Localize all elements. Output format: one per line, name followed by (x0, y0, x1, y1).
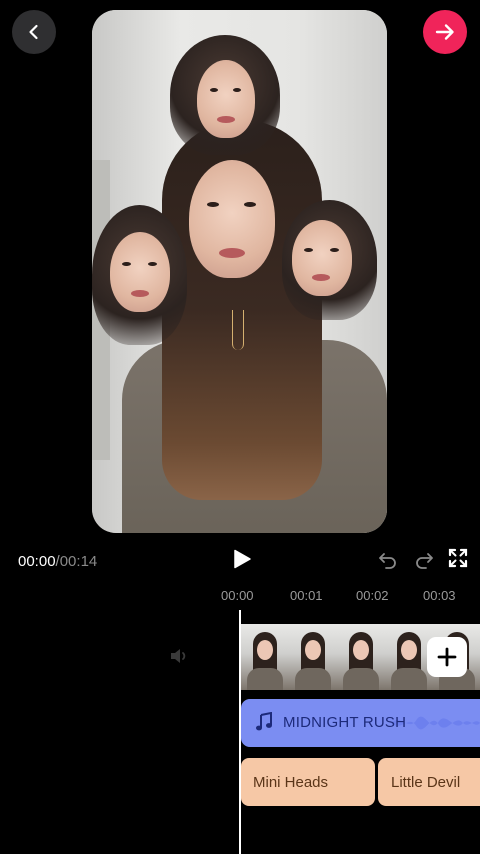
mini-head-right-face (292, 220, 352, 296)
effect-clip-little-devil[interactable]: Little Devil (378, 758, 480, 806)
undo-icon[interactable] (377, 548, 399, 570)
playhead[interactable] (239, 610, 241, 854)
mini-head-left-face (110, 232, 170, 312)
mini-head-top-face (197, 60, 255, 138)
effect-label: Little Devil (391, 773, 461, 791)
clip-thumbnail (337, 624, 385, 690)
ruler-tick: 00:02 (356, 588, 389, 603)
effect-label: Mini Heads (253, 773, 329, 791)
fullscreen-icon[interactable] (448, 548, 468, 568)
effect-clip-mini-heads[interactable]: Mini Heads (241, 758, 375, 806)
total-duration: 00:14 (59, 553, 98, 570)
time-display: 00:00/00:14 (18, 553, 97, 570)
necklace (232, 310, 244, 350)
next-button[interactable] (423, 10, 467, 54)
plus-icon (437, 647, 457, 667)
chevron-left-icon (29, 24, 38, 40)
current-time: 00:00 (18, 553, 56, 570)
add-clip-button[interactable] (427, 637, 467, 677)
speaker-icon[interactable] (168, 645, 190, 667)
music-track[interactable]: MIDNIGHT RUSH (241, 699, 480, 747)
music-track-title: MIDNIGHT RUSH (283, 714, 407, 731)
video-preview[interactable] (92, 10, 387, 533)
redo-icon[interactable] (413, 548, 435, 570)
ruler-tick: 00:01 (290, 588, 323, 603)
music-note-icon (256, 712, 272, 731)
clip-thumbnail (385, 624, 433, 690)
arrow-right-icon (435, 24, 454, 40)
clip-thumbnail (289, 624, 337, 690)
ruler-tick: 00:00 (221, 588, 254, 603)
play-button[interactable] (231, 548, 253, 570)
ruler-tick: 00:03 (423, 588, 456, 603)
clip-thumbnail (241, 624, 289, 690)
back-button[interactable] (12, 10, 56, 54)
main-face (189, 160, 275, 278)
